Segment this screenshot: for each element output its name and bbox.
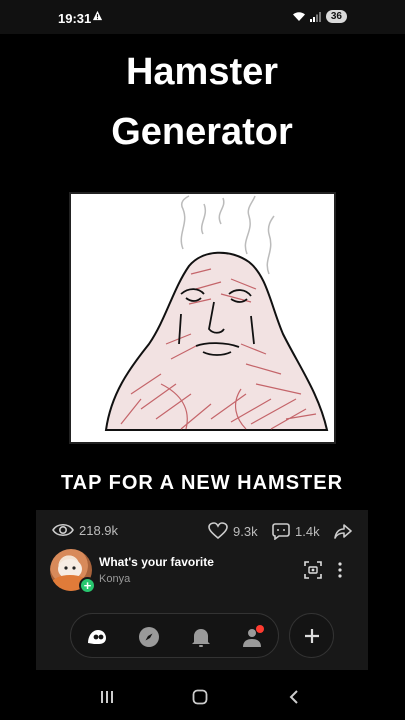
scan-icon[interactable]	[304, 561, 322, 579]
plus-icon	[304, 628, 319, 643]
back-icon[interactable]	[287, 689, 301, 705]
system-nav-bar	[0, 675, 405, 720]
comment-icon[interactable]	[272, 522, 290, 540]
views-stat: 218.9k	[52, 522, 118, 538]
stats-row: 218.9k 9.3k 1.4k	[52, 521, 352, 543]
wifi-icon	[292, 12, 305, 21]
heart-icon[interactable]	[208, 522, 228, 540]
create-button[interactable]	[289, 613, 334, 658]
status-bar: 19:31 36	[0, 0, 405, 34]
profile-icon[interactable]	[241, 625, 265, 649]
author-username[interactable]: Konya	[99, 573, 130, 585]
battery-indicator: 36	[325, 10, 347, 23]
author-row: + What's your favorite Konya	[50, 549, 360, 594]
compass-icon[interactable]	[137, 625, 161, 649]
comments-count: 1.4k	[295, 523, 320, 539]
comments-stat[interactable]: 1.4k	[272, 522, 320, 540]
status-icons: 36	[292, 10, 347, 23]
post-title-line1: Hamster	[125, 51, 279, 93]
bell-icon[interactable]	[189, 625, 213, 649]
post-caption[interactable]: What's your favorite	[99, 555, 214, 569]
post-card[interactable]: Hamster Generator TAP FOR A NEW HAMSTER	[36, 34, 368, 510]
bottom-nav	[70, 613, 279, 658]
follow-plus-icon[interactable]: +	[79, 577, 96, 594]
share-icon[interactable]	[334, 522, 352, 540]
home-icon[interactable]	[192, 689, 208, 705]
likes-stat[interactable]: 9.3k	[208, 522, 258, 540]
status-time: 19:31	[58, 11, 92, 26]
share-button[interactable]	[334, 522, 352, 540]
signal-icon	[309, 12, 321, 22]
post-title-line2: Generator	[111, 111, 293, 153]
hamster-drawing	[104, 195, 329, 431]
likes-count: 9.3k	[233, 523, 258, 539]
recent-apps-icon[interactable]	[99, 689, 115, 705]
tap-for-new-hamster-button[interactable]: TAP FOR A NEW HAMSTER	[36, 472, 368, 495]
hamster-image[interactable]	[69, 192, 336, 444]
more-vertical-icon[interactable]	[336, 560, 344, 580]
views-count: 218.9k	[79, 522, 119, 538]
eye-icon	[52, 523, 74, 537]
alert-icon	[92, 10, 103, 21]
app-logo-icon[interactable]	[85, 625, 109, 649]
